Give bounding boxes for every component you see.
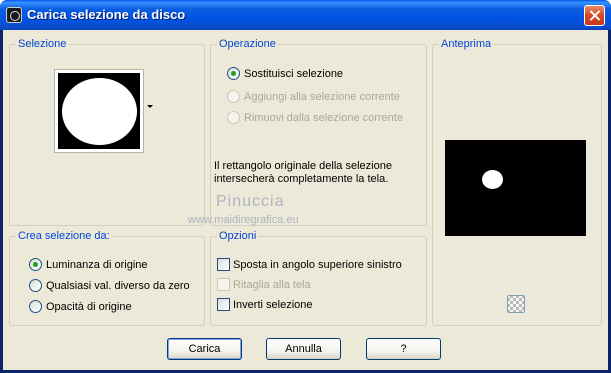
- radio-label: Qualsiasi val. diverso da zero: [46, 279, 190, 292]
- radio-selected-icon: [227, 67, 240, 80]
- operazione-title: Operazione: [217, 38, 278, 50]
- radio-label: Luminanza di origine: [46, 258, 148, 271]
- load-button[interactable]: Carica: [167, 338, 242, 360]
- crea-title: Crea selezione da:: [16, 230, 112, 242]
- checkbox-label: Sposta in angolo superiore sinistro: [233, 258, 402, 271]
- preview-canvas: [445, 140, 586, 236]
- checkbox-label: Inverti selezione: [233, 298, 313, 311]
- watermark-url: www.maidiregrafica.eu: [188, 214, 299, 226]
- anteprima-title: Anteprima: [439, 38, 494, 50]
- transparency-toggle-icon[interactable]: [507, 295, 525, 313]
- checkbox-icon: [217, 298, 230, 311]
- radio-rimuovi[interactable]: Rimuovi dalla selezione corrente: [227, 111, 403, 124]
- radio-icon: [29, 300, 42, 313]
- radio-opacita[interactable]: Opacità di origine: [29, 300, 132, 313]
- info-line: Il rettangolo originale della selezione: [214, 160, 392, 172]
- operation-info-text: Il rettangolo originale della selezione …: [214, 160, 419, 186]
- check-inverti[interactable]: Inverti selezione: [217, 298, 313, 311]
- radio-selected-icon: [29, 258, 42, 271]
- check-ritaglia[interactable]: Ritaglia alla tela: [217, 278, 311, 291]
- info-line: intersecherà completamente la tela.: [214, 173, 389, 185]
- app-icon: [6, 7, 22, 23]
- help-button[interactable]: ?: [366, 338, 441, 360]
- opzioni-group: Opzioni Sposta in angolo superiore sinis…: [210, 230, 427, 326]
- radio-icon: [227, 90, 240, 103]
- checkbox-icon: [217, 258, 230, 271]
- radio-icon: [227, 111, 240, 124]
- dialog-body: Selezione Operazione Sostituisci selezio…: [3, 30, 608, 370]
- radio-label: Aggiungi alla selezione corrente: [244, 90, 400, 103]
- radio-label: Opacità di origine: [46, 300, 132, 313]
- cancel-button[interactable]: Annulla: [266, 338, 341, 360]
- radio-luminanza[interactable]: Luminanza di origine: [29, 258, 148, 271]
- selection-thumbnail[interactable]: [54, 69, 144, 153]
- opzioni-title: Opzioni: [217, 230, 259, 242]
- window-title: Carica selezione da disco: [27, 7, 186, 22]
- radio-icon: [29, 279, 42, 292]
- checkbox-label: Ritaglia alla tela: [233, 278, 311, 291]
- close-button[interactable]: [584, 5, 605, 26]
- dialog-window: Carica selezione da disco Selezione Oper…: [0, 0, 611, 373]
- watermark-name: Pinuccia: [216, 193, 285, 210]
- radio-aggiungi[interactable]: Aggiungi alla selezione corrente: [227, 90, 400, 103]
- radio-qualsiasi[interactable]: Qualsiasi val. diverso da zero: [29, 279, 190, 292]
- selezione-title: Selezione: [16, 38, 69, 50]
- radio-label: Rimuovi dalla selezione corrente: [244, 111, 403, 124]
- crea-group: Crea selezione da: Luminanza di origine …: [9, 230, 205, 326]
- title-bar[interactable]: Carica selezione da disco: [0, 0, 611, 30]
- selezione-group: Selezione: [9, 38, 205, 226]
- checkbox-icon: [217, 278, 230, 291]
- radio-sostituisci[interactable]: Sostituisci selezione: [227, 67, 343, 80]
- preview-selection-dot: [482, 170, 503, 189]
- selection-ellipse: [62, 78, 137, 145]
- thumbnail-dropdown-arrow-icon[interactable]: [147, 105, 153, 108]
- radio-label: Sostituisci selezione: [244, 67, 344, 80]
- check-sposta[interactable]: Sposta in angolo superiore sinistro: [217, 258, 402, 271]
